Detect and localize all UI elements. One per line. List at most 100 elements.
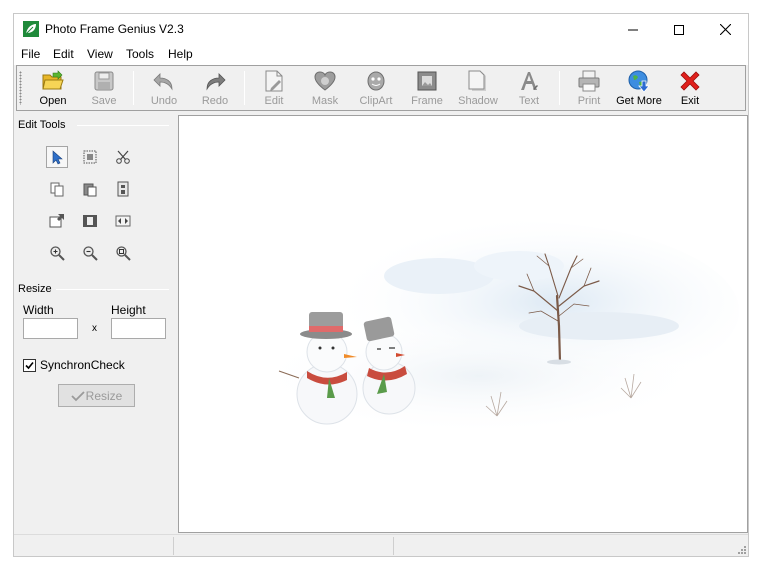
maximize-icon — [674, 24, 684, 35]
film-frame-icon — [83, 215, 97, 227]
shadow-label: Shadow — [458, 95, 498, 107]
printer-icon — [578, 70, 600, 92]
get-more-button[interactable]: Get More — [616, 68, 662, 110]
toolbar-grip[interactable] — [19, 71, 22, 105]
menu-edit[interactable]: Edit — [53, 47, 74, 61]
film-frame-tool[interactable] — [79, 210, 101, 232]
save-button[interactable]: Save — [81, 68, 127, 110]
shadow-page-icon — [468, 70, 486, 91]
save-label: Save — [91, 95, 117, 107]
clipart-label: ClipArt — [359, 95, 393, 107]
copy-icon — [50, 182, 64, 197]
menu-help[interactable]: Help — [168, 47, 193, 61]
maximize-button[interactable] — [656, 14, 702, 45]
text-a-icon — [521, 72, 538, 90]
text-button[interactable]: Text — [506, 68, 552, 110]
zoom-out-tool[interactable] — [79, 242, 101, 264]
resize-button-label: Resize — [85, 388, 123, 403]
redo-button[interactable]: Redo — [192, 68, 238, 110]
close-icon — [719, 24, 731, 35]
undo-arrow-icon — [153, 73, 173, 91]
zoom-in-tool[interactable] — [46, 242, 68, 264]
open-label: Open — [39, 95, 67, 107]
synchron-checkbox[interactable] — [23, 359, 36, 372]
menu-view[interactable]: View — [87, 47, 113, 61]
section-divider — [77, 125, 169, 126]
text-label: Text — [518, 95, 540, 107]
menu-file[interactable]: File — [21, 47, 40, 61]
picture-frame-icon — [417, 71, 437, 91]
minimize-button[interactable] — [610, 14, 656, 45]
edit-label: Edit — [264, 95, 284, 107]
print-button[interactable]: Print — [566, 68, 612, 110]
mask-button[interactable]: Mask — [302, 68, 348, 110]
clipart-button[interactable]: ClipArt — [353, 68, 399, 110]
size-separator: x — [92, 323, 97, 334]
height-input[interactable] — [111, 318, 166, 339]
redo-label: Redo — [201, 95, 229, 107]
flip-tool[interactable] — [112, 210, 134, 232]
height-label: Height — [111, 303, 146, 317]
crop-select-tool[interactable] — [79, 146, 101, 168]
status-pane — [14, 537, 174, 555]
status-bar — [14, 534, 748, 556]
window-title: Photo Frame Genius V2.3 — [45, 22, 184, 36]
resize-title: Resize — [18, 283, 52, 295]
undo-button[interactable]: Undo — [141, 68, 187, 110]
scissors-icon — [116, 150, 130, 164]
edit-page-icon — [265, 70, 283, 92]
menu-bar: File Edit View Tools Help — [14, 45, 748, 65]
menu-tools[interactable]: Tools — [126, 47, 154, 61]
export-tool[interactable] — [46, 210, 68, 232]
get-more-label: Get More — [616, 95, 662, 107]
exit-label: Exit — [680, 95, 700, 107]
frame-label: Frame — [411, 95, 443, 107]
leaf-app-icon — [23, 21, 39, 37]
cut-tool[interactable] — [112, 146, 134, 168]
winter-scene-image — [249, 221, 739, 436]
toolbar-separator — [244, 71, 245, 105]
print-label: Print — [577, 95, 601, 107]
crop-select-icon — [83, 150, 97, 164]
undo-label: Undo — [150, 95, 178, 107]
redo-arrow-icon — [206, 73, 226, 91]
image-canvas[interactable] — [178, 115, 748, 533]
mask-hearts-icon — [314, 71, 336, 91]
status-pane — [394, 537, 724, 555]
open-button[interactable]: Open — [30, 68, 76, 110]
resize-grip-icon[interactable] — [736, 544, 746, 554]
resize-button[interactable]: Resize — [58, 384, 135, 407]
exit-button[interactable]: Exit — [667, 68, 713, 110]
zoom-out-icon — [83, 246, 98, 261]
copy-tool[interactable] — [46, 178, 68, 200]
zoom-in-icon — [50, 246, 65, 261]
properties-tool[interactable] — [112, 178, 134, 200]
mask-label: Mask — [311, 95, 339, 107]
exit-x-icon — [680, 71, 700, 91]
globe-download-icon — [628, 70, 650, 93]
width-input[interactable] — [23, 318, 78, 339]
frame-button[interactable]: Frame — [404, 68, 450, 110]
paste-tool[interactable] — [79, 178, 101, 200]
title-bar[interactable]: Photo Frame Genius V2.3 — [14, 14, 748, 45]
edit-button[interactable]: Edit — [251, 68, 297, 110]
checkmark-icon — [25, 361, 34, 370]
zoom-fit-icon — [116, 246, 131, 261]
status-pane — [174, 537, 394, 555]
edit-tools-title: Edit Tools — [18, 119, 66, 131]
close-button[interactable] — [702, 14, 748, 45]
edit-tools-panel: Edit Tools Resize Width Height x Synchro… — [14, 113, 177, 532]
zoom-fit-tool[interactable] — [112, 242, 134, 264]
shadow-button[interactable]: Shadow — [455, 68, 501, 110]
app-window: Photo Frame Genius V2.3 File Edit View T… — [13, 13, 749, 557]
paste-icon — [83, 183, 97, 197]
synchron-check-label[interactable]: SynchronCheck — [40, 358, 125, 372]
export-image-icon — [49, 214, 64, 228]
toolbar-separator — [559, 71, 560, 105]
select-arrow-tool[interactable] — [46, 146, 68, 168]
pointer-arrow-icon — [52, 150, 63, 165]
clipart-icon — [367, 71, 385, 91]
flip-icon — [115, 215, 131, 227]
minimize-icon — [628, 29, 638, 30]
toolbar: Open Save Undo Redo Edit Mask ClipArt Fr… — [16, 65, 746, 111]
